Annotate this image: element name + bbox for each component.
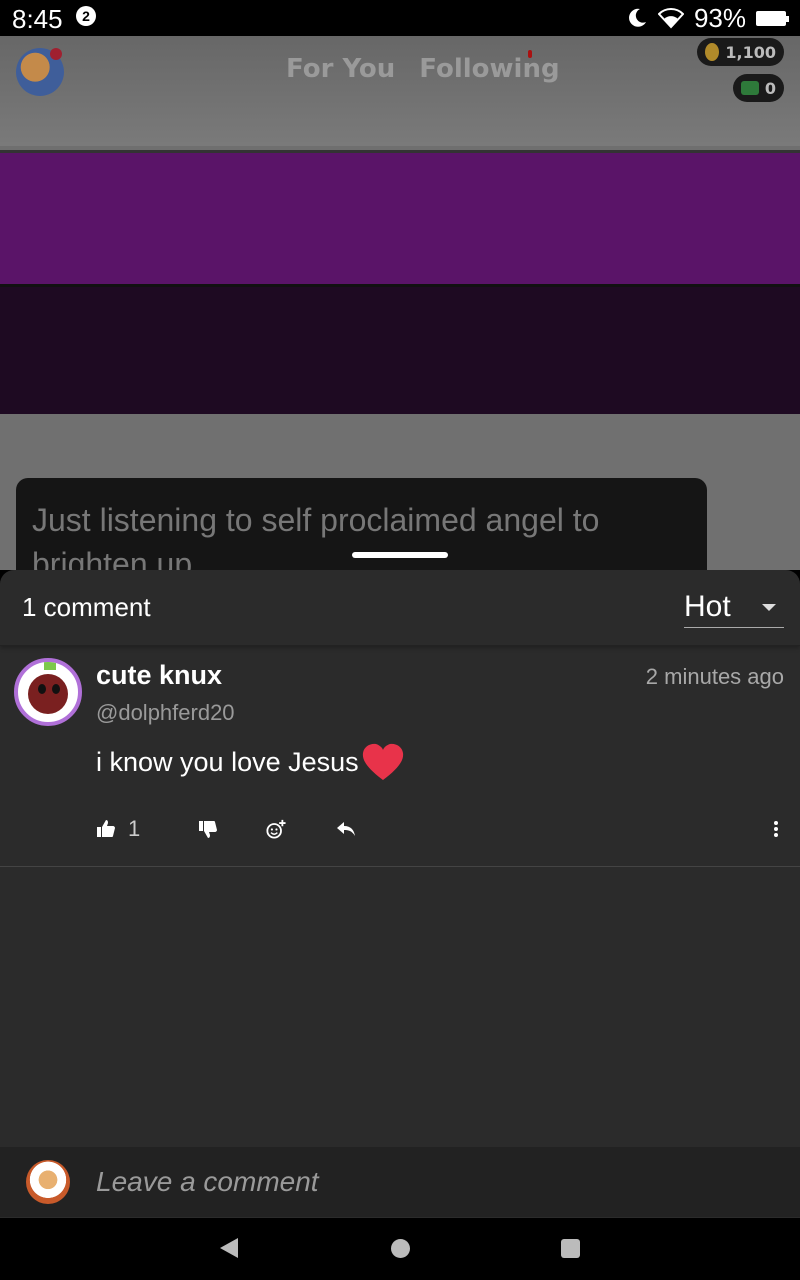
reply-button[interactable]: [336, 812, 356, 846]
feed-background: For You Following 1,100 0 Just listening…: [0, 36, 800, 570]
comment-count: 1 comment: [22, 592, 151, 622]
like-button[interactable]: 1: [96, 812, 140, 846]
comment-item: cute knux 2 minutes ago @dolphferd20 i k…: [0, 648, 800, 867]
battery-icon: [756, 10, 789, 26]
coin-icon: [705, 43, 720, 61]
commenter-name[interactable]: cute knux: [96, 660, 222, 691]
feed-header: For You Following 1,100 0: [0, 36, 800, 146]
moon-icon: [629, 8, 646, 27]
profile-avatar[interactable]: [16, 48, 64, 96]
avatar-face: [28, 674, 68, 714]
coins-value: 1,100: [725, 42, 776, 62]
notification-dot: [50, 48, 62, 60]
comment-body: i know you love Jesus: [96, 742, 405, 782]
commenter-username[interactable]: @dolphferd20: [96, 700, 235, 726]
post-image-band-dark: [0, 284, 800, 414]
more-options-button[interactable]: [766, 812, 786, 846]
thumbs-down-icon: [199, 821, 217, 838]
coins-balance[interactable]: 1,100: [697, 38, 784, 66]
sort-dropdown[interactable]: Hot: [684, 586, 784, 628]
following-indicator-dot: [528, 50, 532, 58]
notification-badge: 2: [76, 6, 96, 26]
comments-sheet: 1 comment Hot cute knux 2 minutes ago @d…: [0, 570, 800, 1218]
more-vertical-icon: [774, 821, 778, 837]
my-avatar: [26, 1160, 70, 1204]
cash-balance[interactable]: 0: [732, 74, 784, 102]
chevron-down-icon: [762, 604, 776, 611]
feed-tabs: For You Following: [286, 54, 560, 84]
commenter-avatar[interactable]: [14, 658, 82, 726]
recent-apps-icon[interactable]: [561, 1239, 580, 1258]
wifi-icon: [657, 8, 684, 29]
reply-icon: [337, 822, 355, 836]
cash-value: 0: [764, 78, 776, 98]
dislike-button[interactable]: [198, 812, 218, 846]
like-count: 1: [128, 816, 141, 841]
status-icons: 93%: [626, 2, 789, 33]
cash-icon: [740, 81, 759, 95]
tab-following[interactable]: Following: [419, 54, 559, 84]
post-image-band-purple: [0, 150, 800, 284]
sheet-drag-handle[interactable]: [352, 552, 448, 558]
comments-header: 1 comment Hot: [0, 570, 800, 646]
comment-actions: 1: [96, 812, 786, 846]
thumbs-up-icon: [97, 820, 115, 837]
back-icon[interactable]: [220, 1238, 238, 1258]
comment-composer: [0, 1147, 800, 1217]
add-emoji-icon: [266, 819, 286, 839]
status-bar: 8:45 2 93%: [0, 0, 800, 36]
avatar-eye: [52, 684, 60, 694]
comment-text: i know you love Jesus: [96, 746, 359, 777]
heart-icon: [362, 743, 403, 780]
sort-selected: Hot: [684, 590, 731, 623]
status-time: 8:45: [12, 4, 63, 34]
system-nav-bar: [0, 1218, 800, 1280]
avatar-accessory: [44, 662, 56, 670]
comment-timestamp: 2 minutes ago: [645, 664, 784, 689]
home-icon[interactable]: [391, 1239, 410, 1258]
comment-input[interactable]: [96, 1161, 776, 1203]
add-reaction-button[interactable]: [266, 812, 286, 846]
battery-percent: 93%: [693, 2, 746, 33]
avatar-eye: [38, 684, 46, 694]
tab-for-you[interactable]: For You: [286, 54, 395, 84]
